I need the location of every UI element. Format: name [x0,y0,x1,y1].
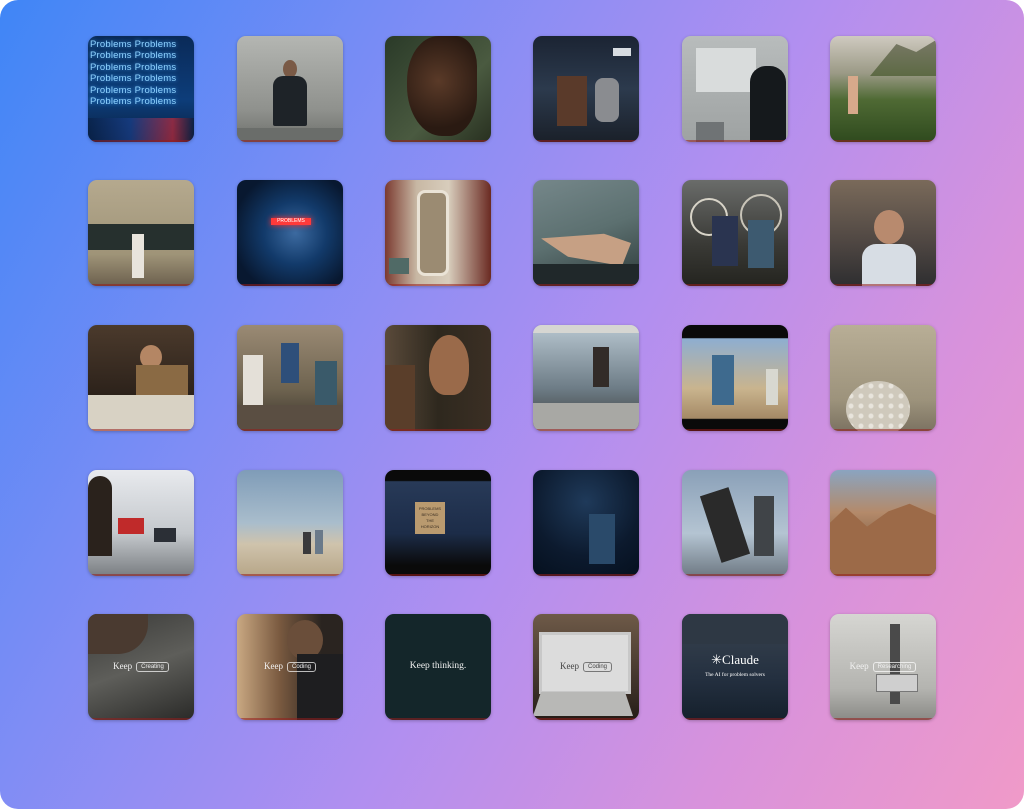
video-thumbnail-glasses-man[interactable] [830,180,936,286]
problems-banner: PROBLEMS [271,218,311,225]
claude-title: ✳Claude The AI for problem solvers [705,652,765,678]
video-thumbnail-dark-dome[interactable] [533,470,639,576]
keep-coding-caption: Keep Coding [237,661,343,672]
video-thumbnail-eye-closeup[interactable]: PROBLEMS [237,180,343,286]
video-thumbnail-laptop-hand[interactable] [533,180,639,286]
video-thumbnail-keep-thinking[interactable]: Keep thinking. [385,614,491,720]
keep-thinking-caption: Keep thinking. [409,661,467,671]
video-thumbnail-keep-creating[interactable]: Keep Creating [88,614,194,720]
video-thumbnail-face-closeup[interactable] [385,36,491,142]
video-thumbnail-hallway-door[interactable] [385,180,491,286]
video-thumbnail-woman-profile[interactable] [385,325,491,431]
keep-creating-caption: Keep Creating [88,661,194,672]
video-thumbnail-horizon-sign[interactable]: PROBLEMS BEYOND THE HORIZON [385,470,491,576]
video-thumbnail-beach-people[interactable] [237,470,343,576]
video-thumbnail-keep-coding-man[interactable]: Keep Coding [237,614,343,720]
problems-text: Problems Problems Problems Problems Prob… [90,39,177,108]
video-thumbnail-dancer[interactable] [682,470,788,576]
video-thumbnail-keep-researching[interactable]: Keep Researching [830,614,936,720]
video-thumbnail-bike-workshop[interactable] [682,180,788,286]
video-thumbnail-keep-coding-laptop[interactable]: Keep Coding [533,614,639,720]
video-thumbnail-chalkboard-man[interactable] [88,180,194,286]
background-canvas: Problems Problems Problems Problems Prob… [0,0,1024,809]
video-thumbnail-team-workshop[interactable] [237,325,343,431]
video-thumbnail-desk-man[interactable] [88,325,194,431]
video-thumbnail-piano-player[interactable] [533,36,639,142]
video-thumbnail-road-walkers[interactable] [682,325,788,431]
keep-coding-laptop-caption: Keep Coding [533,661,639,672]
video-thumbnail-problems-text[interactable]: Problems Problems Problems Problems Prob… [88,36,194,142]
video-thumbnail-man-in-suit[interactable] [237,36,343,142]
video-thumbnail-eeg-cap[interactable] [830,325,936,431]
video-thumbnail-rock-cliffs[interactable] [830,470,936,576]
video-thumbnail-claude-logo[interactable]: ✳Claude The AI for problem solvers [682,614,788,720]
horizon-sign: PROBLEMS BEYOND THE HORIZON [415,502,445,534]
video-thumbnail-office-computers[interactable] [88,470,194,576]
keep-researching-caption: Keep Researching [830,661,936,672]
video-thumbnail-whiteboard-man[interactable] [682,36,788,142]
video-thumbnail-field-dancer[interactable] [830,36,936,142]
video-thumbnail-lab-windows[interactable] [533,325,639,431]
